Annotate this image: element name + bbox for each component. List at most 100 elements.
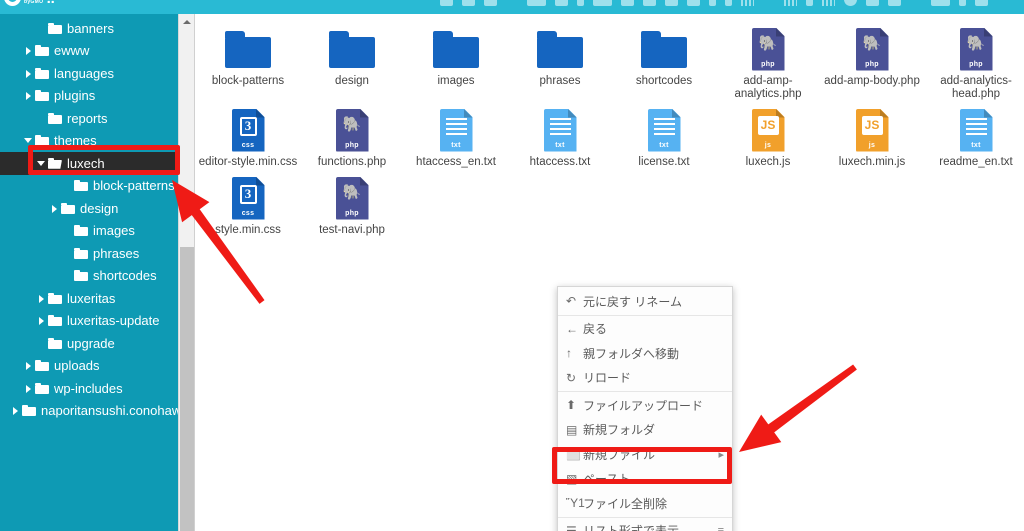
sidebar-item-design[interactable]: design [0,197,178,220]
chevron-right-icon[interactable] [23,383,34,394]
chevron-right-icon[interactable] [10,405,21,416]
context-menu-item-undo[interactable]: ↶ 元に戻す リネーム [558,289,732,314]
context-menu[interactable]: ↶ 元に戻す リネーム ← 戻る ↑ 親フォルダへ移動 ↻ リロード ⬆ ファイルアップロード ▤ 新… [557,286,733,531]
new-folder-icon: ▤ [566,422,578,437]
sidebar-item-label: plugins [54,88,96,104]
help-icon[interactable] [959,0,966,6]
account-icon[interactable] [931,0,950,6]
back-icon[interactable] [440,0,453,6]
context-menu-item-label: 新規フォルダ [583,423,656,438]
sidebar-item-themes[interactable]: themes [0,130,178,153]
delete-icon[interactable] [643,0,656,6]
rename-icon[interactable] [665,0,678,6]
sidebar-item-shortcodes[interactable]: shortcodes [0,265,178,288]
context-menu-item-list-view[interactable]: ☰ リスト形式で表示≡ [558,519,732,531]
folder-icon [74,247,88,259]
folder-icon [35,45,49,57]
file-grid: block-patterns design images phrases shortco… [196,14,1024,237]
chevron-right-icon[interactable] [23,90,34,101]
scrollbar-thumb[interactable] [180,247,194,531]
chevron-right-icon[interactable] [36,293,47,304]
sidebar-item-upgrade[interactable]: upgrade [0,332,178,355]
file-item[interactable]: txt htaccess_en.txt [404,101,508,169]
folder-item[interactable]: design [300,20,404,101]
chevron-right-icon[interactable] [23,45,34,56]
brand-gmo-label: byGMO [24,0,44,5]
context-menu-item-back[interactable]: ← 戻る [558,317,732,342]
sidebar-item-phrases[interactable]: phrases [0,242,178,265]
file-item[interactable]: txt readme_en.txt [924,101,1024,169]
sidebar-item-reports[interactable]: reports [0,107,178,130]
file-manager-window: byGMO !! [0,0,1024,531]
up-icon[interactable] [484,0,497,6]
context-menu-item-upload[interactable]: ⬆ ファイルアップロード [558,393,732,418]
cut-icon[interactable] [577,0,584,6]
sidebar-item-naporitansushi-conohawin[interactable]: naporitansushi.conohawin [0,400,178,423]
download-icon[interactable] [741,0,754,6]
sidebar-item-images[interactable]: images [0,220,178,243]
sidebar-item-uploads[interactable]: uploads [0,355,178,378]
sidebar-item-block-patterns[interactable]: block-patterns [0,175,178,198]
scroll-up-arrow-icon[interactable] [179,14,195,30]
select-icon[interactable] [866,0,879,6]
toolbar-icon-strip[interactable] [440,0,988,12]
grid-view-icon[interactable] [822,0,835,6]
context-menu-item-reload[interactable]: ↻ リロード [558,366,732,391]
folder-item[interactable]: phrases [508,20,612,101]
sidebar-item-luxech[interactable]: luxech [0,152,178,175]
context-menu-item-empty-trash[interactable]: Ὕ1 ファイル全削除 [558,491,732,516]
folder-icon [225,26,271,72]
file-item[interactable]: 🐘 php add-analytics-head.php [924,20,1024,101]
copy-icon[interactable] [593,0,612,6]
file-item[interactable]: 3 css style.min.css [196,169,300,237]
folder-tree-sidebar[interactable]: banners ewww languages plugins reports themes… [0,14,178,531]
reload-icon: ↻ [566,370,577,385]
sidebar-item-banners[interactable]: banners [0,17,178,40]
file-pane-scrollbar[interactable] [178,14,195,531]
context-menu-item-new-folder[interactable]: ▤ 新規フォルダ [558,418,732,443]
file-item[interactable]: 3 css editor-style.min.css [196,101,300,169]
paste-icon[interactable] [621,0,634,6]
sidebar-item-plugins[interactable]: plugins [0,85,178,108]
chevron-down-icon[interactable] [23,135,34,146]
chevron-right-icon[interactable] [49,203,60,214]
home-icon[interactable] [555,0,568,6]
sidebar-item-label: banners [67,20,114,36]
file-item[interactable]: JS js luxech.min.js [820,101,924,169]
folder-item[interactable]: shortcodes [612,20,716,101]
context-menu-item-new-file[interactable]: ⬜ 新規ファイル ▸ [558,442,732,467]
sidebar-item-languages[interactable]: languages [0,62,178,85]
file-item[interactable]: 🐘 php test-navi.php [300,169,404,237]
folder-icon [48,337,62,349]
upload-icon[interactable] [725,0,732,6]
new-file-icon[interactable] [709,0,716,6]
list-view-icon[interactable] [806,0,813,6]
settings-icon[interactable] [888,0,901,6]
file-item[interactable]: txt license.txt [612,101,716,169]
sidebar-item-luxeritas[interactable]: luxeritas [0,287,178,310]
file-item[interactable]: 🐘 php add-amp-analytics.php [716,20,820,101]
user-icon[interactable] [975,0,988,6]
context-menu-item-paste[interactable]: ▧ ペースト [558,467,732,492]
reload-icon[interactable] [527,0,546,6]
file-item[interactable]: 🐘 php functions.php [300,101,404,169]
sort-icon[interactable] [844,0,857,6]
folder-item[interactable]: block-patterns [196,20,300,101]
file-item[interactable]: 🐘 php add-amp-body.php [820,20,924,101]
file-item[interactable]: txt htaccess.txt [508,101,612,169]
new-folder-icon[interactable] [687,0,700,6]
file-item[interactable]: JS js luxech.js [716,101,820,169]
sidebar-item-wp-includes[interactable]: wp-includes [0,377,178,400]
chevron-down-icon[interactable] [36,158,47,169]
sidebar-item-ewww[interactable]: ewww [0,40,178,63]
search-icon[interactable] [784,0,797,6]
chevron-right-icon[interactable] [23,360,34,371]
chevron-right-icon[interactable] [36,315,47,326]
forward-icon[interactable] [462,0,475,6]
new-file-icon: ⬜ [566,447,581,462]
folder-item[interactable]: images [404,20,508,101]
context-menu-item-parent-folder[interactable]: ↑ 親フォルダへ移動 [558,341,732,366]
chevron-right-icon[interactable] [23,68,34,79]
sidebar-item-luxeritas-update[interactable]: luxeritas-update [0,310,178,333]
